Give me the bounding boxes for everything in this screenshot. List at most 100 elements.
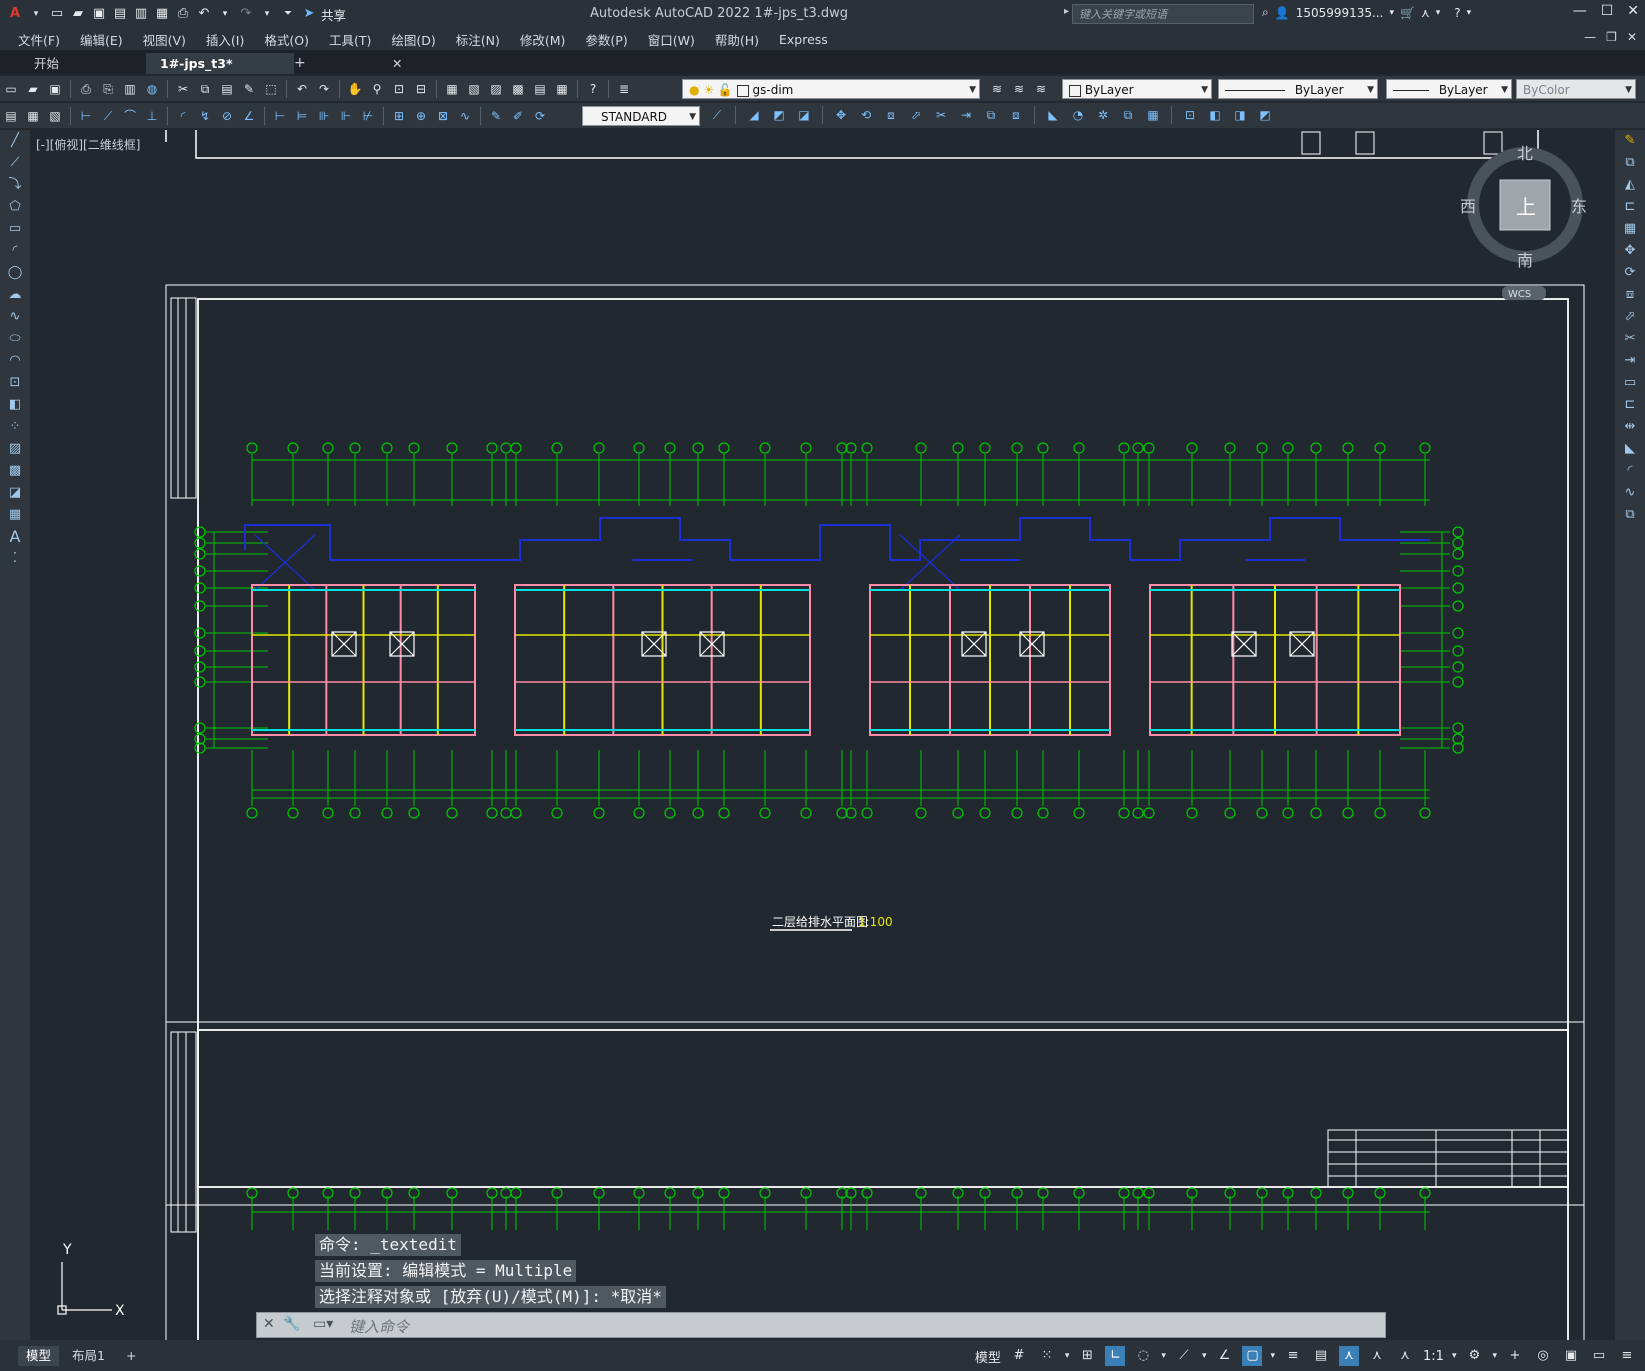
ortho-icon[interactable]: ∟ xyxy=(1105,1346,1126,1366)
circle-icon[interactable]: ◯ xyxy=(0,262,30,284)
design-center-icon[interactable]: ▧ xyxy=(465,80,483,98)
construction-line-icon[interactable]: ⟋ xyxy=(0,152,30,174)
doc-close-icon[interactable]: ✕ xyxy=(1627,30,1637,44)
ellipse-arc-icon[interactable]: ◠ xyxy=(0,350,30,372)
snap-icon[interactable]: ⁙ xyxy=(1037,1346,1057,1366)
app-menu-chevron-icon[interactable]: ▾ xyxy=(27,5,45,23)
insert-block-icon[interactable]: ⊡ xyxy=(0,372,30,394)
doc-minimize-icon[interactable]: — xyxy=(1584,30,1596,44)
3d-dwf-icon[interactable]: ◍ xyxy=(143,80,161,98)
compass-north[interactable]: 北 xyxy=(1517,144,1533,163)
share-button-label[interactable]: 共享 xyxy=(321,5,346,24)
dim-edit-icon[interactable]: ✎ xyxy=(487,107,505,125)
ellipse-icon[interactable]: ⬭ xyxy=(0,328,30,350)
layer-properties-icon[interactable]: ≣ xyxy=(615,80,633,98)
lineweight-dropdown[interactable]: ByLayer ▼ xyxy=(1386,79,1512,99)
layer-on-icon[interactable]: ● xyxy=(689,83,699,97)
copy-icon[interactable]: ⧉ xyxy=(1615,152,1645,174)
snap-dropdown-icon[interactable]: ▾ xyxy=(1065,1351,1070,1361)
user-dropdown-icon[interactable]: ▾ xyxy=(1389,8,1394,18)
mirror-icon[interactable]: ◭ xyxy=(1615,174,1645,196)
inspect-icon[interactable]: ⊠ xyxy=(434,107,452,125)
customization-icon[interactable]: ≡ xyxy=(1617,1346,1637,1366)
layer-lock-icon[interactable]: 🔓 xyxy=(718,83,733,97)
menu-modify[interactable]: 修改(M) xyxy=(510,30,576,49)
workspace-gear-icon[interactable]: ⚙ xyxy=(1464,1346,1484,1366)
osnap-dropdown-icon[interactable]: ▾ xyxy=(1270,1351,1275,1361)
line-icon[interactable]: ╱ xyxy=(0,130,30,152)
menu-edit[interactable]: 编辑(E) xyxy=(70,30,133,49)
zoom-realtime-icon[interactable]: ⚲ xyxy=(368,80,386,98)
command-customize-icon[interactable]: 🔧 xyxy=(283,1316,300,1332)
spline-icon[interactable]: ∿ xyxy=(0,306,30,328)
paste-icon[interactable]: ▤ xyxy=(218,80,236,98)
quick-calc-icon[interactable]: ▦ xyxy=(553,80,571,98)
chamfer-icon[interactable]: ◣ xyxy=(1044,106,1062,124)
hatch-icon[interactable]: ▨ xyxy=(0,438,30,460)
isodraft-icon[interactable]: ⟋ xyxy=(1174,1346,1194,1366)
color-dropdown[interactable]: ByLayer ▼ xyxy=(1062,79,1212,99)
open-icon[interactable]: ▰ xyxy=(24,80,42,98)
table-icon[interactable]: ▦ xyxy=(24,107,42,125)
jogged-dim-icon[interactable]: ↯ xyxy=(196,107,214,125)
dim-style-manager-icon[interactable]: ⟋ xyxy=(708,106,726,124)
share-icon[interactable]: ➤ xyxy=(300,5,318,23)
join-icon[interactable]: ⧈ xyxy=(1007,106,1025,124)
object-snap-tracking-icon[interactable]: ∠ xyxy=(1214,1346,1234,1366)
layout-tab-layout1[interactable]: 布局1 xyxy=(64,1346,113,1366)
help-dropdown-icon[interactable]: ▾ xyxy=(1467,8,1472,18)
new-tab-button[interactable]: + xyxy=(280,53,320,74)
transparency-icon[interactable]: ▤ xyxy=(1311,1346,1331,1366)
menu-dimension[interactable]: 标注(N) xyxy=(446,30,510,49)
autocad-logo-icon[interactable]: A xyxy=(6,5,24,23)
menu-express[interactable]: Express xyxy=(769,32,838,47)
cut-icon[interactable]: ✂ xyxy=(174,80,192,98)
scale-icon[interactable]: ⧈ xyxy=(882,106,900,124)
ordinate-dim-icon[interactable]: ⊥ xyxy=(143,107,161,125)
compass-south[interactable]: 南 xyxy=(1517,251,1533,270)
a360-dropdown-icon[interactable]: ▾ xyxy=(1436,8,1441,18)
undo-dropdown-icon[interactable]: ▾ xyxy=(216,5,234,23)
hardware-acceleration-icon[interactable]: ▣ xyxy=(1561,1346,1581,1366)
aligned-dim-icon[interactable]: ⟋ xyxy=(99,107,117,125)
arc-length-icon[interactable]: ⌒ xyxy=(121,107,139,125)
trim-icon[interactable]: ✂ xyxy=(932,106,950,124)
open-file-icon[interactable]: ▰ xyxy=(69,5,87,23)
redo-icon[interactable]: ↷ xyxy=(237,5,255,23)
menu-tools[interactable]: 工具(T) xyxy=(319,30,381,49)
sheet-set-icon[interactable]: ▩ xyxy=(509,80,527,98)
layer-previous-icon[interactable]: ≋ xyxy=(1010,80,1028,98)
break-icon[interactable]: ⊏ xyxy=(1615,394,1645,416)
doc-restore-icon[interactable]: ❐ xyxy=(1606,30,1617,44)
compass-east[interactable]: 东 xyxy=(1571,197,1587,216)
minimize-icon[interactable]: — xyxy=(1573,3,1587,19)
rectangle-icon[interactable]: ▭ xyxy=(0,218,30,240)
isolate-objects-icon[interactable]: ◎ xyxy=(1533,1346,1553,1366)
layer-dropdown[interactable]: ● ☀ 🔓 gs-dim ▼ xyxy=(682,79,980,99)
polar-dropdown-icon[interactable]: ▾ xyxy=(1161,1351,1166,1361)
fillet-icon[interactable]: ◔ xyxy=(1069,106,1087,124)
user-icon[interactable]: 👤 xyxy=(1275,6,1290,20)
diameter-dim-icon[interactable]: ⊘ xyxy=(218,107,236,125)
dim-space-icon[interactable]: ⊩ xyxy=(337,107,355,125)
auto-scale-icon[interactable]: ⋏ xyxy=(1367,1346,1387,1366)
publish-icon[interactable]: ▥ xyxy=(121,80,139,98)
block-editor-icon[interactable]: ⬚ xyxy=(262,80,280,98)
new-file-icon[interactable]: ▭ xyxy=(48,5,66,23)
copy-object-icon[interactable]: ◩ xyxy=(770,106,788,124)
annotation-scale-value[interactable]: 1:1 xyxy=(1423,1349,1444,1364)
point-icon[interactable]: ⁘ xyxy=(0,416,30,438)
infer-constraints-icon[interactable]: ⊞ xyxy=(1077,1346,1097,1366)
array-icon[interactable]: ▦ xyxy=(1144,106,1162,124)
dim-style-dropdown[interactable]: STANDARD ▼ xyxy=(582,106,700,126)
region-icon[interactable]: ◩ xyxy=(1256,106,1274,124)
revision-cloud-icon[interactable]: ☁ xyxy=(0,284,30,306)
tab-document[interactable]: 1#-jps_t3* ✕ xyxy=(146,53,402,74)
model-space-label[interactable]: 模型 xyxy=(975,1347,1001,1366)
trim-icon[interactable]: ✂ xyxy=(1615,328,1645,350)
isodraft-dropdown-icon[interactable]: ▾ xyxy=(1202,1351,1207,1361)
tolerance-icon[interactable]: ⊞ xyxy=(390,107,408,125)
rotate-icon[interactable]: ⟳ xyxy=(1615,262,1645,284)
explode-icon[interactable]: ✲ xyxy=(1094,106,1112,124)
undo-icon[interactable]: ↶ xyxy=(195,5,213,23)
